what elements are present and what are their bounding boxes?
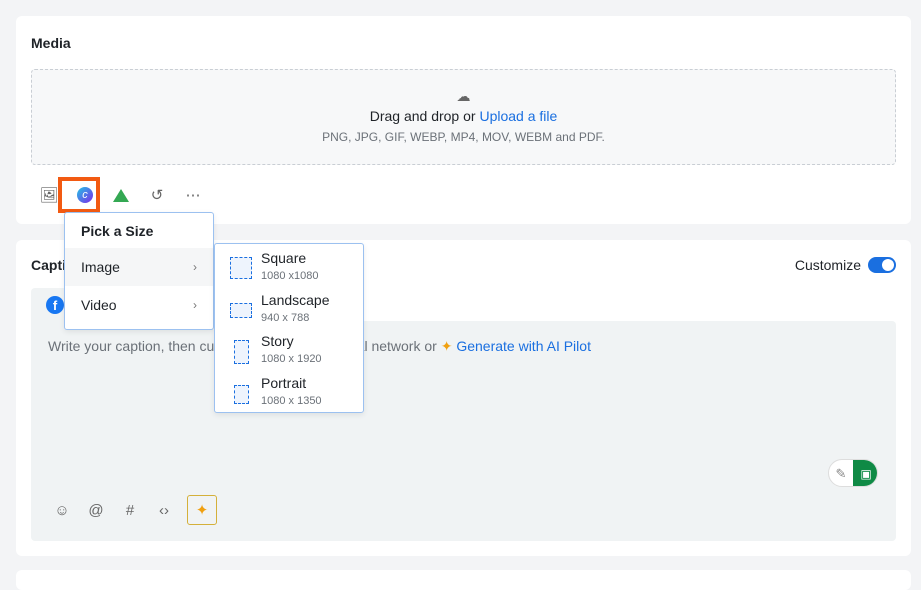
- google-drive-icon[interactable]: [110, 184, 132, 206]
- cloud-upload-icon: ☁: [456, 88, 471, 104]
- chevron-right-icon: ›: [193, 260, 197, 274]
- chevron-right-icon: ›: [193, 298, 197, 312]
- menu-item-video[interactable]: Video ›: [65, 286, 213, 324]
- sparkle-icon: ✦: [440, 338, 457, 354]
- supported-formats: PNG, JPG, GIF, WEBP, MP4, MOV, WEBM and …: [322, 130, 605, 144]
- media-section: Media ☁ Drag and drop or Upload a file P…: [16, 16, 911, 224]
- size-dims: 1080 x1080: [261, 270, 319, 282]
- caption-textarea[interactable]: Write your caption, then customize it fo…: [31, 321, 896, 541]
- size-portrait[interactable]: Portrait 1080 x 1350: [215, 375, 363, 417]
- ai-sparkle-icon[interactable]: ✦: [187, 495, 217, 525]
- size-story[interactable]: Story 1080 x 1920: [215, 333, 363, 375]
- emoji-icon[interactable]: ☺: [51, 499, 73, 521]
- story-shape-icon: [234, 340, 249, 364]
- file-drop-zone[interactable]: ☁ Drag and drop or Upload a file PNG, JP…: [31, 69, 896, 165]
- size-name: Square: [261, 250, 307, 266]
- size-dims: 940 x 788: [261, 311, 310, 324]
- menu-item-label: Image: [81, 259, 120, 275]
- image-size-submenu: Square 1080 x1080 Landscape 940 x 788 Stor…: [214, 243, 364, 413]
- upload-file-link[interactable]: Upload a file: [479, 108, 557, 124]
- portrait-shape-icon: [234, 384, 249, 404]
- next-section: [16, 570, 911, 590]
- size-square[interactable]: Square 1080 x1080: [215, 250, 363, 292]
- media-title: Media: [31, 35, 71, 51]
- add-image-icon[interactable]: 🖼: [38, 184, 60, 206]
- menu-item-label: Video: [81, 297, 117, 313]
- size-landscape[interactable]: Landscape 940 x 788: [215, 292, 363, 334]
- feather-icon: ✎: [835, 466, 847, 481]
- more-icon[interactable]: ⋯: [182, 184, 204, 206]
- customize-toggle[interactable]: [868, 257, 896, 273]
- facebook-icon: f: [46, 296, 64, 314]
- menu-title: Pick a Size: [81, 223, 154, 239]
- size-dims: 1080 x 1920: [261, 353, 322, 365]
- mention-icon[interactable]: @: [85, 499, 107, 521]
- menu-item-image[interactable]: Image ›: [65, 248, 213, 286]
- size-dims: 1080 x 1350: [261, 394, 322, 407]
- landscape-shape-icon: [230, 302, 252, 318]
- size-name: Landscape: [261, 291, 330, 308]
- square-shape-icon: [230, 257, 252, 279]
- size-name: Story: [261, 333, 294, 349]
- pick-size-menu: Pick a Size Image › Video ›: [64, 212, 214, 330]
- history-icon[interactable]: ↺: [146, 184, 168, 206]
- canva-highlight: [58, 177, 100, 213]
- customize-label: Customize: [794, 257, 861, 273]
- code-icon[interactable]: ‹›: [153, 499, 175, 521]
- robot-icon: ▣: [853, 460, 877, 486]
- hashtag-icon[interactable]: #: [119, 499, 141, 521]
- size-name: Portrait: [261, 374, 307, 391]
- assistant-toggle[interactable]: ✎ ▣: [828, 459, 878, 487]
- generate-ai-link[interactable]: Generate with AI Pilot: [456, 338, 591, 354]
- drop-text: Drag and drop or: [369, 108, 480, 124]
